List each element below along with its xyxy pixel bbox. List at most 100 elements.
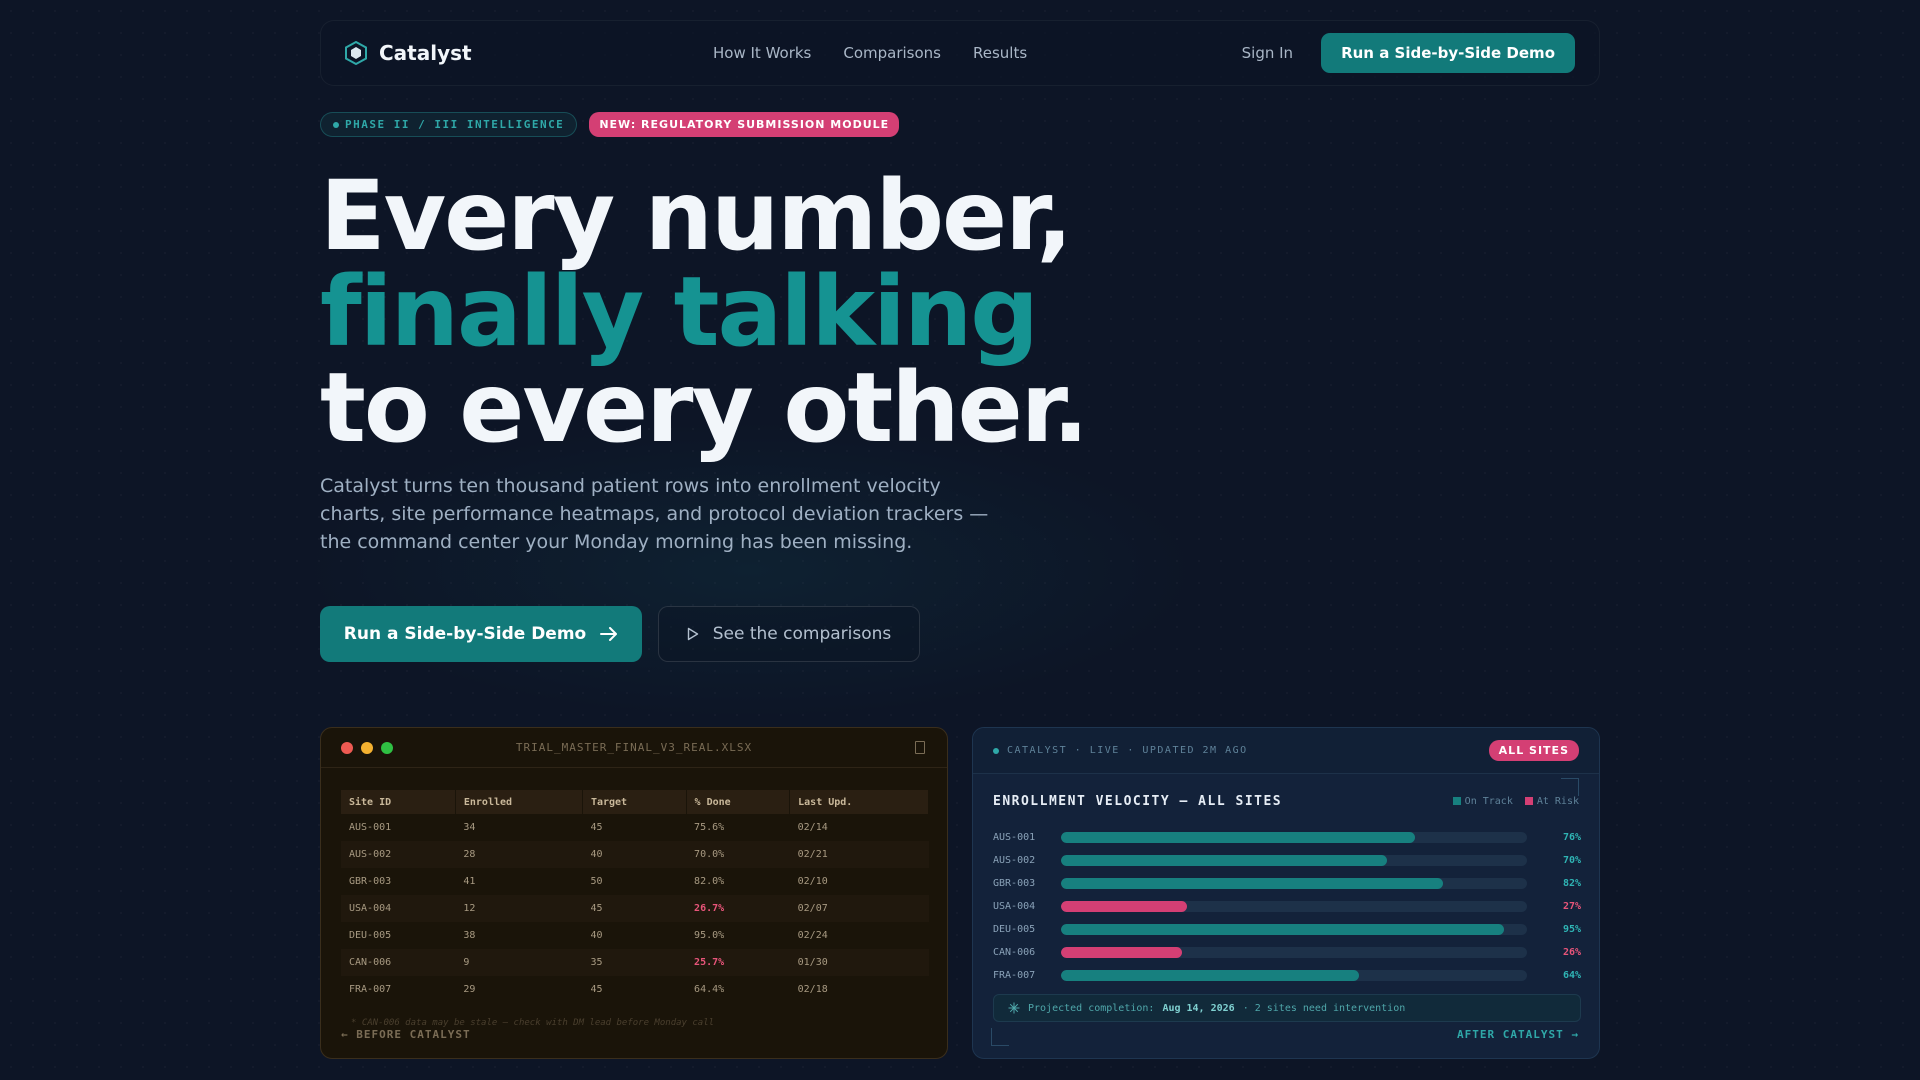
bar-category-label: FRA-007 <box>993 970 1036 981</box>
demo-button-label: Run a Side-by-Side Demo <box>343 624 587 644</box>
bar-category-label: CAN-006 <box>993 947 1036 958</box>
bar-fill <box>1061 855 1388 866</box>
new-module-badge[interactable]: NEW: REGULATORY SUBMISSION MODULE <box>589 112 900 137</box>
bar-category-label: AUS-002 <box>993 855 1036 866</box>
table-cell: 50 <box>590 876 603 887</box>
bar-category-label: DEU-005 <box>993 924 1036 935</box>
table-cell: 02/18 <box>797 984 828 995</box>
table-cell: AUS-002 <box>341 841 456 868</box>
sparkle-icon <box>1008 1002 1020 1014</box>
table-cell: 12 <box>455 895 583 922</box>
column-header: Last Upd. <box>789 790 929 814</box>
chart-legend: On Track At Risk <box>1452 796 1579 807</box>
table-cell: 45 <box>582 895 687 922</box>
table-cell: 82.0% <box>694 876 725 887</box>
phase-badge-label: PHASE II / III INTELLIGENCE <box>345 118 565 131</box>
column-header: Site ID <box>341 790 456 814</box>
bar-fill <box>1061 947 1183 958</box>
table-cell: 02/07 <box>789 895 929 922</box>
bar-track <box>1061 901 1527 912</box>
bar-fill <box>1061 878 1444 889</box>
table-cell: 75.6% <box>694 822 725 833</box>
table-cell: FRA-007 <box>349 984 392 995</box>
bar-track <box>1061 970 1527 981</box>
comparisons-button[interactable]: See the comparisons <box>658 606 920 662</box>
bar-fill <box>1061 832 1416 843</box>
bar-row: AUS-001 76% <box>993 826 1581 849</box>
table-cell: 02/14 <box>797 822 828 833</box>
table-cell: 9 <box>455 949 583 976</box>
table-cell: 45 <box>590 822 603 833</box>
table-cell: CAN-006 <box>341 949 456 976</box>
spreadsheet-footnote: * CAN-006 data may be stale — check with… <box>351 1018 715 1028</box>
hero-headline: Every number, finally talking to every o… <box>320 160 1089 464</box>
comparisons-button-label: See the comparisons <box>712 624 892 644</box>
table-cell: 25.7% <box>686 949 790 976</box>
bar-value-label: 95% <box>1562 924 1581 935</box>
table-cell: 02/10 <box>797 876 828 887</box>
hero-description: Catalyst turns ten thousand patient rows… <box>320 475 989 553</box>
play-icon <box>687 627 698 641</box>
legend-on-track: On Track <box>1452 796 1513 807</box>
table-cell: 64.4% <box>694 984 725 995</box>
corner-bracket <box>1561 778 1579 796</box>
table-cell: 28 <box>455 841 583 868</box>
table-cell: AUS-001 <box>349 822 392 833</box>
all-sites-filter[interactable]: ALL SITES <box>1488 740 1579 761</box>
hero-line-3: to every other. <box>320 352 1089 464</box>
live-dot-icon <box>993 747 999 754</box>
velocity-bar-chart: AUS-001 76% AUS-002 70% GBR-003 82% USA-004 27%… <box>993 826 1581 987</box>
table-cell: 35 <box>582 949 687 976</box>
brand-name: Catalyst <box>379 41 472 65</box>
table-cell: 02/24 <box>797 930 828 941</box>
nav-link-results[interactable]: Results <box>973 44 1027 62</box>
table-cell: GBR-003 <box>349 876 392 887</box>
bar-value-label: 76% <box>1562 832 1581 843</box>
hero-line-2: finally talking <box>320 256 1039 368</box>
bar-category-label: GBR-003 <box>993 878 1036 889</box>
bar-row: USA-004 27% <box>993 895 1581 918</box>
nav-link-how-it-works[interactable]: How It Works <box>713 44 811 62</box>
projection-suffix: · 2 sites need intervention <box>1242 1002 1406 1014</box>
projection-banner: Projected completion: Aug 14, 2026 · 2 s… <box>993 994 1581 1022</box>
table-row: FRA-007 29 45 64.4% 02/18 <box>341 976 929 1003</box>
background-glow <box>300 420 1200 720</box>
table-cell: 02/21 <box>789 841 929 868</box>
live-status-text: CATALYST · LIVE · UPDATED 2M AGO <box>1007 745 1248 756</box>
after-catalyst-label: AFTER CATALYST → <box>1457 1028 1579 1041</box>
bar-track <box>1061 947 1527 958</box>
bar-fill <box>1061 901 1187 912</box>
legend-swatch-on-track <box>1452 797 1461 805</box>
table-cell: 26.7% <box>686 895 790 922</box>
table-cell: 45 <box>590 984 603 995</box>
nav-demo-button[interactable]: Run a Side-by-Side Demo <box>1321 33 1575 73</box>
nav-link-comparisons[interactable]: Comparisons <box>843 44 941 62</box>
column-header: % Done <box>686 790 791 814</box>
table-header-row: Site ID Enrolled Target% Done Last Upd. <box>341 790 929 814</box>
column-header: Target <box>582 790 687 814</box>
table-row: AUS-002 28 40 70.0% 02/21 <box>341 841 929 868</box>
bar-row: DEU-005 95% <box>993 918 1581 941</box>
sign-in-link[interactable]: Sign In <box>1242 44 1293 62</box>
table-cell: 38 <box>463 930 476 941</box>
legend-on-track-label: On Track <box>1464 796 1513 807</box>
hero-line-1: Every number, <box>320 160 1073 272</box>
table-cell: 95.0% <box>694 930 725 941</box>
table-cell: USA-004 <box>341 895 456 922</box>
spreadsheet-table: Site ID Enrolled Target% Done Last Upd. AUS… <box>341 790 929 1003</box>
table-cell: 01/30 <box>789 949 929 976</box>
bar-fill <box>1061 970 1360 981</box>
bar-category-label: USA-004 <box>993 901 1036 912</box>
legend-swatch-at-risk <box>1524 797 1533 805</box>
table-body: AUS-001 34 45 75.6% 02/14 AUS-002 28 40 70.0% 02/… <box>341 814 929 1003</box>
document-icon <box>915 741 925 754</box>
bar-fill <box>1061 924 1504 935</box>
top-navbar: Catalyst How It Works Comparisons Result… <box>320 20 1600 86</box>
demo-button[interactable]: Run a Side-by-Side Demo <box>320 606 642 662</box>
table-cell: DEU-005 <box>349 930 392 941</box>
arrow-right-icon <box>600 627 618 641</box>
brand[interactable]: Catalyst <box>345 41 472 65</box>
catalyst-logo-icon <box>345 41 367 65</box>
bar-track <box>1061 832 1527 843</box>
bar-value-label: 26% <box>1562 947 1581 958</box>
